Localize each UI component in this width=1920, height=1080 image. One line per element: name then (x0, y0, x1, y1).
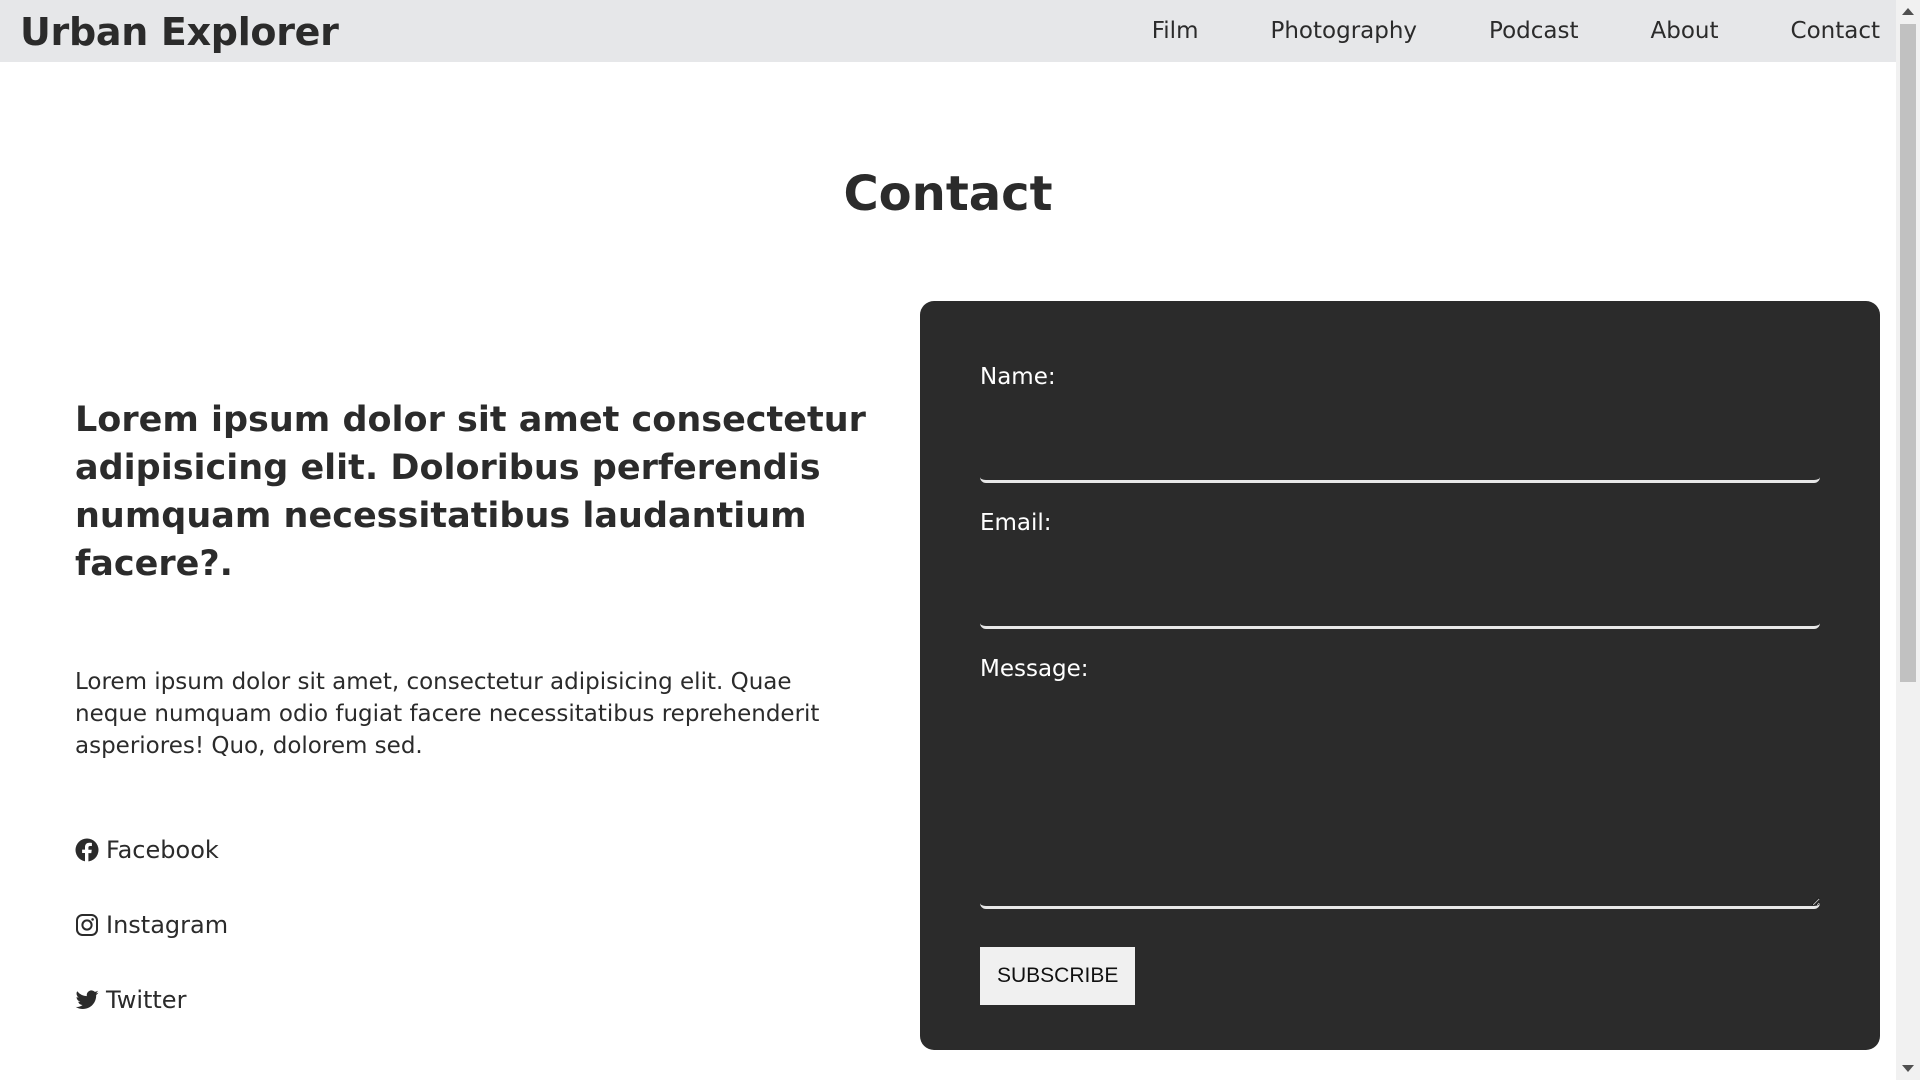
contact-form: Name: Email: Message: SUBSCRIBE (980, 361, 1820, 1005)
contact-form-card: Name: Email: Message: SUBSCRIBE (920, 301, 1880, 1050)
subscribe-button[interactable]: SUBSCRIBE (980, 947, 1136, 1005)
social-links: Facebook Instagram Twitter (75, 834, 875, 1016)
page: Urban Explorer Film Photography Podcast … (0, 0, 1920, 1080)
nav-podcast[interactable]: Podcast (1489, 0, 1578, 62)
twitter-icon (75, 988, 99, 1012)
social-label-twitter: Twitter (106, 986, 187, 1014)
contact-description: Lorem ipsum dolor sit amet, consectetur … (75, 669, 820, 759)
name-label: Name: (980, 364, 1056, 390)
nav-contact[interactable]: Contact (1791, 0, 1880, 62)
scrollbar-thumb[interactable] (1900, 24, 1916, 682)
nav-film[interactable]: Film (1152, 0, 1199, 62)
brand-logo[interactable]: Urban Explorer (20, 10, 339, 54)
social-link-facebook[interactable]: Facebook (75, 834, 875, 866)
social-label-facebook: Facebook (106, 836, 219, 864)
page-title: Contact (843, 166, 1053, 222)
contact-headline: Lorem ipsum dolor sit amet consectetur a… (75, 400, 866, 584)
social-link-twitter[interactable]: Twitter (75, 984, 875, 1016)
facebook-icon (75, 838, 99, 862)
scroll-up-arrow-icon[interactable] (1902, 8, 1914, 15)
email-input[interactable] (980, 539, 1820, 629)
email-label: Email: (980, 510, 1052, 536)
message-textarea[interactable] (980, 685, 1820, 909)
social-label-instagram: Instagram (106, 911, 229, 939)
scroll-down-arrow-icon[interactable] (1902, 1065, 1914, 1072)
message-label: Message: (980, 656, 1089, 682)
nav-about[interactable]: About (1651, 0, 1719, 62)
contact-info: Lorem ipsum dolor sit amet consectetur a… (75, 396, 875, 1059)
name-input[interactable] (980, 393, 1820, 483)
instagram-icon (75, 913, 99, 937)
vertical-scrollbar[interactable] (1896, 0, 1920, 1080)
main-nav: Film Photography Podcast About Contact (1152, 0, 1880, 62)
top-navbar: Urban Explorer Film Photography Podcast … (0, 0, 1896, 62)
social-link-instagram[interactable]: Instagram (75, 909, 875, 941)
nav-photography[interactable]: Photography (1270, 0, 1417, 62)
